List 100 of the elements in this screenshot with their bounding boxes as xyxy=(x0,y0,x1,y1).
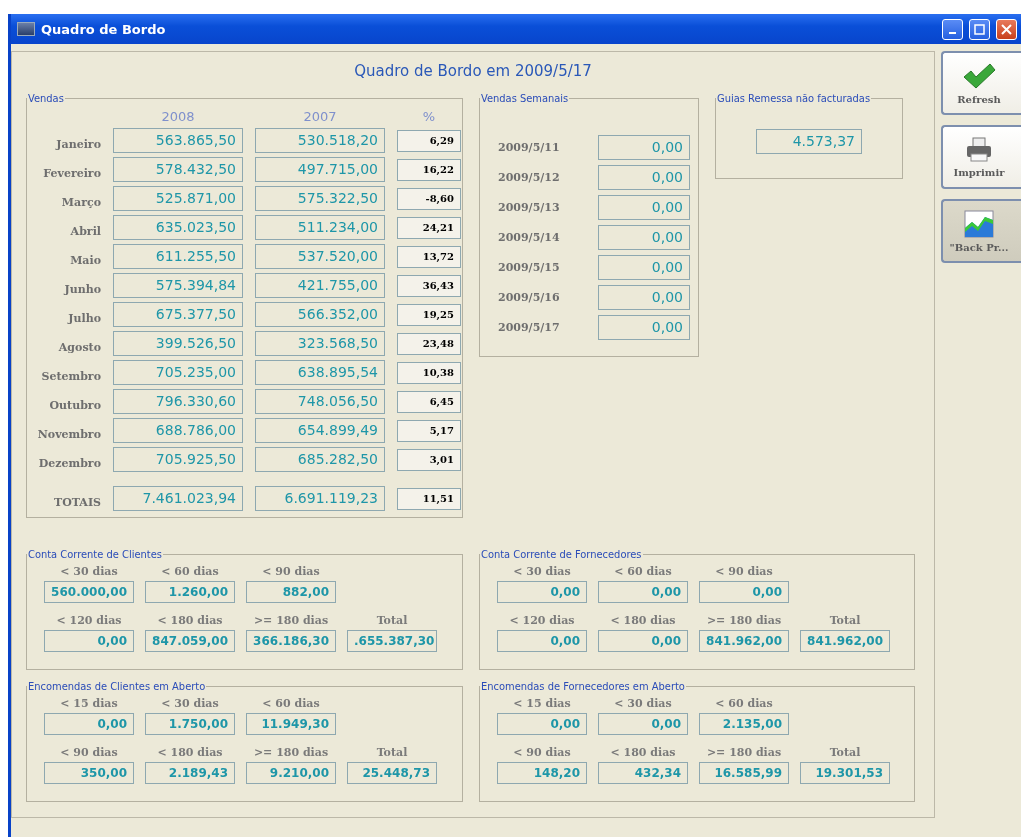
value-field: 0,00 xyxy=(497,630,587,652)
value-field: 841.962,00 xyxy=(800,630,890,652)
checkmark-icon xyxy=(962,61,996,90)
total-field: 6.691.119,23 xyxy=(255,486,385,511)
minimize-icon xyxy=(949,32,956,34)
value-field: 421.755,00 xyxy=(255,273,385,298)
month-label: Novembro xyxy=(36,426,101,441)
toolbar-button[interactable]: Refresh xyxy=(941,51,1021,115)
value-field: 0,00 xyxy=(497,581,587,603)
period-label: < 15 dias xyxy=(60,697,118,710)
group-title: Conta Corrente de Clientes xyxy=(27,548,163,561)
period-label: < 90 dias xyxy=(715,565,773,578)
value-field: 654.899,49 xyxy=(255,418,385,443)
value-field: 0,00 xyxy=(598,225,690,250)
period-label: < 60 dias xyxy=(614,565,672,578)
maximize-button[interactable] xyxy=(969,18,990,40)
window-title: Quadro de Bordo xyxy=(41,21,167,37)
value-field: 399.526,50 xyxy=(113,331,243,356)
percent-field: 23,48 xyxy=(397,332,461,355)
value-field: 19.301,53 xyxy=(800,762,890,784)
value-field: 530.518,20 xyxy=(255,128,385,153)
period-label: < 60 dias xyxy=(262,697,320,710)
value-field: 688.786,00 xyxy=(113,418,243,443)
period-label: Total xyxy=(829,746,861,759)
month-label: Agosto xyxy=(57,339,101,354)
value-field: 0,00 xyxy=(598,315,690,340)
toolbar-button[interactable]: Imprimir xyxy=(941,125,1021,189)
value-field: 611.255,50 xyxy=(113,244,243,269)
date-label: 2009/5/13 xyxy=(498,201,561,214)
period-label: < 90 dias xyxy=(513,746,571,759)
value-field: 0,00 xyxy=(598,285,690,310)
percent-field: 13,72 xyxy=(397,245,461,268)
value-field: 560.000,00 xyxy=(44,581,134,603)
percent-field: 16,22 xyxy=(397,158,461,181)
period-label: < 90 dias xyxy=(60,746,118,759)
value-field: 635.023,50 xyxy=(113,215,243,240)
period-label: Total xyxy=(829,614,861,627)
percent-field: 11,51 xyxy=(397,487,461,510)
value-field: 2.189,43 xyxy=(145,762,235,784)
value-field: 0,00 xyxy=(44,630,134,652)
value-field: 0,00 xyxy=(598,165,690,190)
value-field: 0,00 xyxy=(598,135,690,160)
value-field: 0,00 xyxy=(497,713,587,735)
chart-icon xyxy=(964,209,994,238)
value-field: 497.715,00 xyxy=(255,157,385,182)
period-label: < 30 dias xyxy=(161,697,219,710)
month-label: Dezembro xyxy=(37,455,101,470)
value-field: 350,00 xyxy=(44,762,134,784)
value-field: 432,34 xyxy=(598,762,688,784)
value-field: 675.377,50 xyxy=(113,302,243,327)
value-field: 0,00 xyxy=(598,255,690,280)
value-field: 685.282,50 xyxy=(255,447,385,472)
month-label: Julho xyxy=(66,310,101,325)
period-label: < 60 dias xyxy=(715,697,773,710)
value-field: 882,00 xyxy=(246,581,336,603)
percent-field: 10,38 xyxy=(397,361,461,384)
month-label: Janeiro xyxy=(54,136,101,151)
month-label: Maio xyxy=(69,252,101,267)
date-label: 2009/5/15 xyxy=(498,261,561,274)
value-field: .655.387,30 xyxy=(347,630,437,652)
value-field: 563.865,50 xyxy=(113,128,243,153)
group-title: Conta Corrente de Fornecedores xyxy=(480,548,643,561)
period-label: < 15 dias xyxy=(513,697,571,710)
toolbar-button[interactable]: "Back Pr... xyxy=(941,199,1021,263)
totals-label: TOTAIS xyxy=(53,494,101,509)
percent-field: 24,21 xyxy=(397,216,461,239)
minimize-button[interactable] xyxy=(942,18,963,40)
value-field: 0,00 xyxy=(699,581,789,603)
value-field: 0,00 xyxy=(44,713,134,735)
value-field: 1.750,00 xyxy=(145,713,235,735)
dashboard-heading: Quadro de Bordo em 2009/5/17 xyxy=(353,61,593,82)
total-field: 7.461.023,94 xyxy=(113,486,243,511)
value-field: 366.186,30 xyxy=(246,630,336,652)
percent-field: 6,45 xyxy=(397,390,461,413)
value-field: 575.322,50 xyxy=(255,186,385,211)
maximize-icon xyxy=(974,23,985,35)
period-label: >= 180 dias xyxy=(253,746,329,759)
value-field: 0,00 xyxy=(598,713,688,735)
value-field: 16.585,99 xyxy=(699,762,789,784)
month-label: Abril xyxy=(69,223,101,238)
date-label: 2009/5/11 xyxy=(498,141,561,154)
column-header: 2007 xyxy=(302,109,338,124)
close-icon xyxy=(1001,23,1012,35)
value-field: 11.949,30 xyxy=(246,713,336,735)
period-label: Total xyxy=(376,614,408,627)
value-field: 525.871,00 xyxy=(113,186,243,211)
period-label: < 180 dias xyxy=(157,614,223,627)
value-field: 1.260,00 xyxy=(145,581,235,603)
date-label: 2009/5/14 xyxy=(498,231,561,244)
value-field: 575.394,84 xyxy=(113,273,243,298)
group-title: Vendas Semanais xyxy=(480,92,570,105)
close-button[interactable] xyxy=(996,18,1017,40)
period-label: < 180 dias xyxy=(610,746,676,759)
group-title: Encomendas de Clientes em Aberto xyxy=(27,680,207,693)
value-field: 841.962,00 xyxy=(699,630,789,652)
printer-icon xyxy=(965,136,993,163)
percent-field: -8,60 xyxy=(397,187,461,210)
value-field: 705.925,50 xyxy=(113,447,243,472)
period-label: < 30 dias xyxy=(513,565,571,578)
date-label: 2009/5/17 xyxy=(498,321,561,334)
